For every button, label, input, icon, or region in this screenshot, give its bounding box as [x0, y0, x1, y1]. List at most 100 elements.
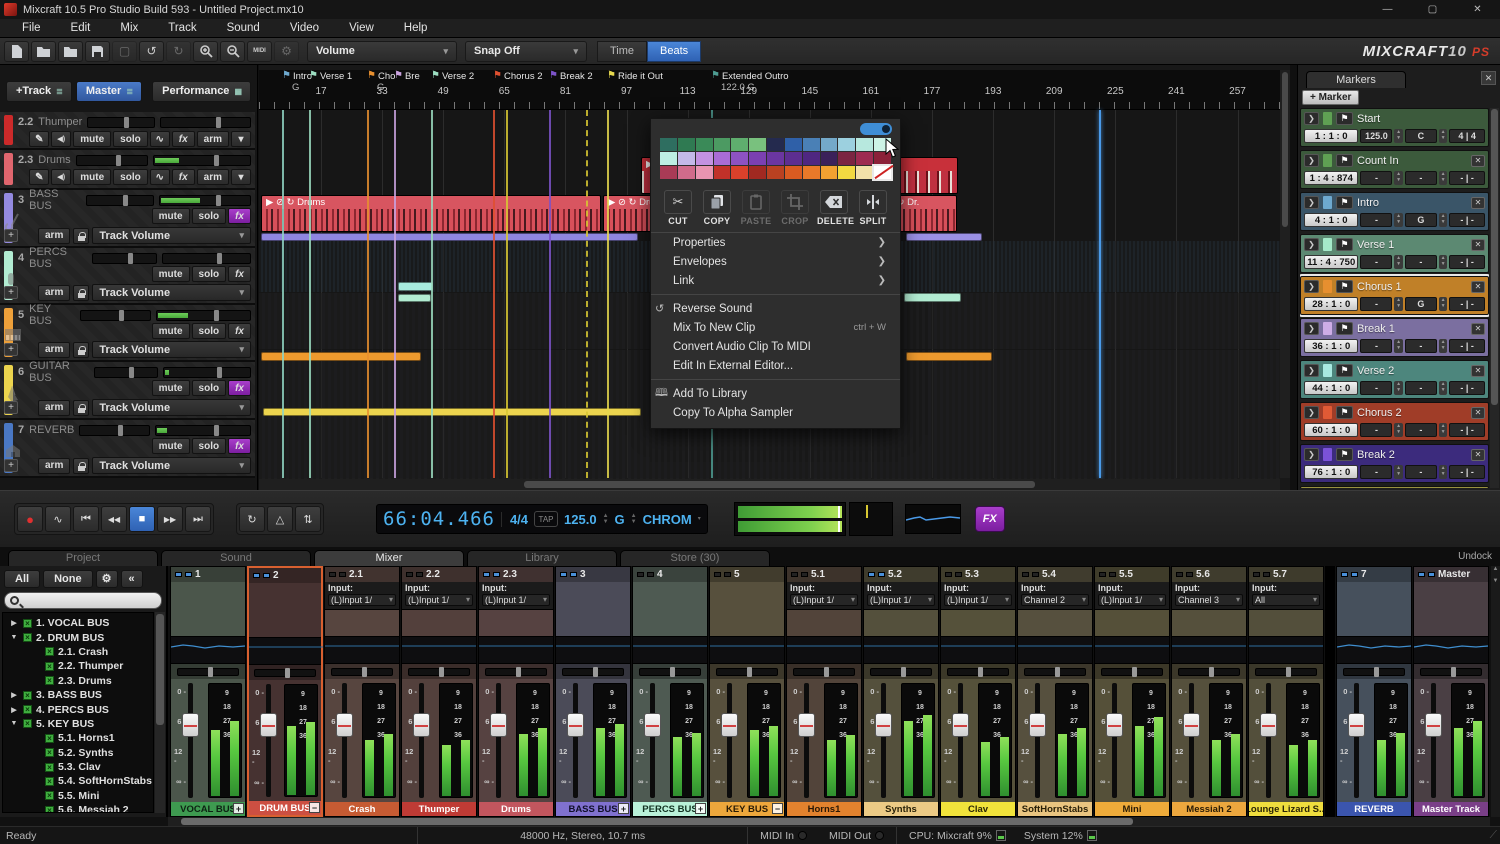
ruler-marker-flag[interactable]: ⚑Chorus 2 [493, 71, 543, 82]
tree-item-4-percs-bus[interactable]: ▶×4. PERCS BUS [3, 702, 153, 716]
tempo-spinner[interactable]: ▲▼ [1394, 465, 1402, 479]
solo-button[interactable]: solo [192, 323, 227, 339]
tempo-spinner[interactable]: ▲▼ [1394, 129, 1402, 143]
strip-volume-fader[interactable] [1035, 683, 1040, 798]
strip-eq-display[interactable] [941, 636, 1015, 664]
open-folder-icon[interactable] [31, 41, 56, 62]
strip-name-label[interactable]: Thumper [402, 802, 476, 816]
tempo-spinner[interactable]: ▲▼ [1394, 297, 1402, 311]
menu-sound[interactable]: Sound [213, 20, 274, 36]
time-signature[interactable]: 4/4 [501, 512, 528, 527]
strip-header[interactable]: 1 [171, 567, 245, 582]
strip-header[interactable]: 4 [633, 567, 707, 582]
marker-key-field[interactable]: - [1405, 255, 1437, 269]
marker-color-chip[interactable] [1323, 322, 1332, 335]
color-swatch[interactable] [660, 166, 677, 179]
strip-name-label[interactable]: VOCAL BUS+ [171, 802, 245, 816]
color-swatch[interactable] [678, 166, 695, 179]
menu-edit[interactable]: Edit [57, 20, 105, 36]
strip-header[interactable]: 5.3 [941, 567, 1015, 582]
mixer-strip-1[interactable]: 10 -6 -12 -∞ -9182736VOCAL BUS+ [170, 566, 246, 817]
strip-name-label[interactable]: Drums [479, 802, 553, 816]
strip-pan-slider[interactable] [1024, 668, 1086, 676]
menu-item-add-to-library[interactable]: 🕮Add To Library [651, 384, 900, 403]
strip-eq-display[interactable] [479, 636, 553, 664]
strip-expand-toggle[interactable]: + [695, 803, 706, 814]
markers-close-icon[interactable]: ✕ [1481, 71, 1496, 85]
menu-view[interactable]: View [335, 20, 388, 36]
marker-row-start[interactable]: ❯⚑Start1 : 1 : 0125.0▲▼C▲▼4 | 4 [1300, 108, 1489, 147]
strip-expand-toggle[interactable]: − [772, 803, 783, 814]
color-swatch[interactable] [714, 152, 731, 165]
marker-delete-icon[interactable]: ✕ [1471, 155, 1485, 167]
color-swatch[interactable] [785, 166, 802, 179]
edit-clip-icon[interactable]: ✎ [29, 169, 49, 185]
marker-color-chip[interactable] [1323, 364, 1332, 377]
marker-delete-icon[interactable]: ✕ [1471, 323, 1485, 335]
clip-bar[interactable] [263, 408, 641, 416]
track-volume-slider[interactable] [76, 155, 148, 166]
marker-row-intro[interactable]: ❯⚑Intro✕4 : 1 : 0-▲▼G▲▼- | - [1300, 192, 1489, 231]
strip-eq-display[interactable] [1337, 636, 1411, 664]
marker-signature-field[interactable]: - | - [1449, 423, 1485, 437]
color-swatch[interactable] [767, 152, 784, 165]
menu-mix[interactable]: Mix [106, 20, 152, 36]
marker-tempo-field[interactable]: - [1360, 381, 1392, 395]
marker-color-chip[interactable] [1323, 196, 1332, 209]
strip-name-label[interactable]: Lounge Lizard S... [1249, 802, 1323, 816]
strip-expand-toggle[interactable]: + [618, 803, 629, 814]
tempo-spinner[interactable]: ▲▼ [1394, 339, 1402, 353]
marker-expand-icon[interactable]: ❯ [1304, 154, 1319, 167]
arm-button[interactable]: arm [197, 169, 229, 185]
track-header-percs-bus[interactable]: 4PERCS BUSmutesolofxarmTrack Volume▾+ [0, 248, 255, 305]
marker-signature-field[interactable]: - | - [1449, 171, 1485, 185]
strip-input-select[interactable]: Input:(L)Input 1/▾ [787, 582, 861, 610]
key-readout[interactable]: G [615, 512, 625, 527]
color-swatch[interactable] [696, 166, 713, 179]
ruler-marker-flag[interactable]: ⚑Break 2 [549, 71, 593, 82]
tree-expander-icon[interactable]: ▶ [9, 706, 19, 714]
key-spinner[interactable]: ▲▼ [631, 513, 637, 525]
color-swatch[interactable] [785, 152, 802, 165]
tree-item-1-vocal-bus[interactable]: ▶×1. VOCAL BUS [3, 616, 153, 630]
marker-delete-icon[interactable]: ✕ [1471, 239, 1485, 251]
strip-pan-slider[interactable] [408, 668, 470, 676]
track-enabled-checkbox[interactable]: × [45, 763, 54, 772]
clip-bar[interactable] [261, 233, 638, 241]
strip-volume-fader[interactable] [496, 683, 501, 798]
strip-name-label[interactable]: BASS BUS+ [556, 802, 630, 816]
marker-position-field[interactable]: 44 : 1 : 0 [1304, 381, 1358, 395]
color-swatch[interactable] [821, 152, 838, 165]
timeline-vertical-scrollbar[interactable] [1280, 70, 1290, 478]
timeline-horizontal-scrollbar[interactable] [259, 479, 1280, 490]
strip-eq-display[interactable] [1018, 636, 1092, 664]
ruler-marker-flag[interactable]: ⚑ChoG [367, 71, 395, 82]
marker-flag-icon[interactable]: ⚑ [1336, 154, 1353, 167]
strip-input-select[interactable]: Input:Channel 3▾ [1172, 582, 1246, 610]
menu-item-envelopes[interactable]: Envelopes❯ [651, 252, 900, 271]
tempo-spinner[interactable]: ▲▼ [1394, 423, 1402, 437]
marker-expand-icon[interactable]: ❯ [1304, 322, 1319, 335]
mixer-horizontal-scrollbar[interactable] [168, 817, 1490, 826]
color-swatch[interactable] [749, 138, 766, 151]
cut-button[interactable]: ✂CUT [661, 190, 695, 226]
mode-spinner[interactable]: ▾ [698, 516, 701, 522]
color-swatch[interactable] [767, 166, 784, 179]
strip-pan-slider[interactable] [947, 668, 1009, 676]
strip-volume-fader[interactable] [1266, 683, 1271, 798]
add-marker-button[interactable]: + Marker [1302, 90, 1359, 105]
track-volume-slider[interactable] [94, 367, 159, 378]
marker-row-chorus-2[interactable]: ❯⚑Chorus 2✕60 : 1 : 0-▲▼-▲▼- | - [1300, 402, 1489, 441]
marker-tempo-field[interactable]: - [1360, 297, 1392, 311]
strip-eq-display[interactable] [325, 636, 399, 664]
add-lane-button[interactable]: + [4, 343, 18, 356]
solo-button[interactable]: solo [192, 208, 227, 224]
strip-name-label[interactable]: PERCS BUS+ [633, 802, 707, 816]
marker-key-field[interactable]: - [1405, 171, 1437, 185]
strip-pan-slider[interactable] [254, 669, 316, 677]
tree-item-2-2-thumper[interactable]: ×2.2. Thumper [3, 659, 153, 673]
marker-row-count-in[interactable]: ❯⚑Count In✕1 : 4 : 874-▲▼-▲▼- | - [1300, 150, 1489, 189]
strip-input-select[interactable]: Input:(L)Input 1/▾ [864, 582, 938, 610]
color-swatch[interactable] [838, 152, 855, 165]
strip-name-label[interactable]: Messiah 2 [1172, 802, 1246, 816]
